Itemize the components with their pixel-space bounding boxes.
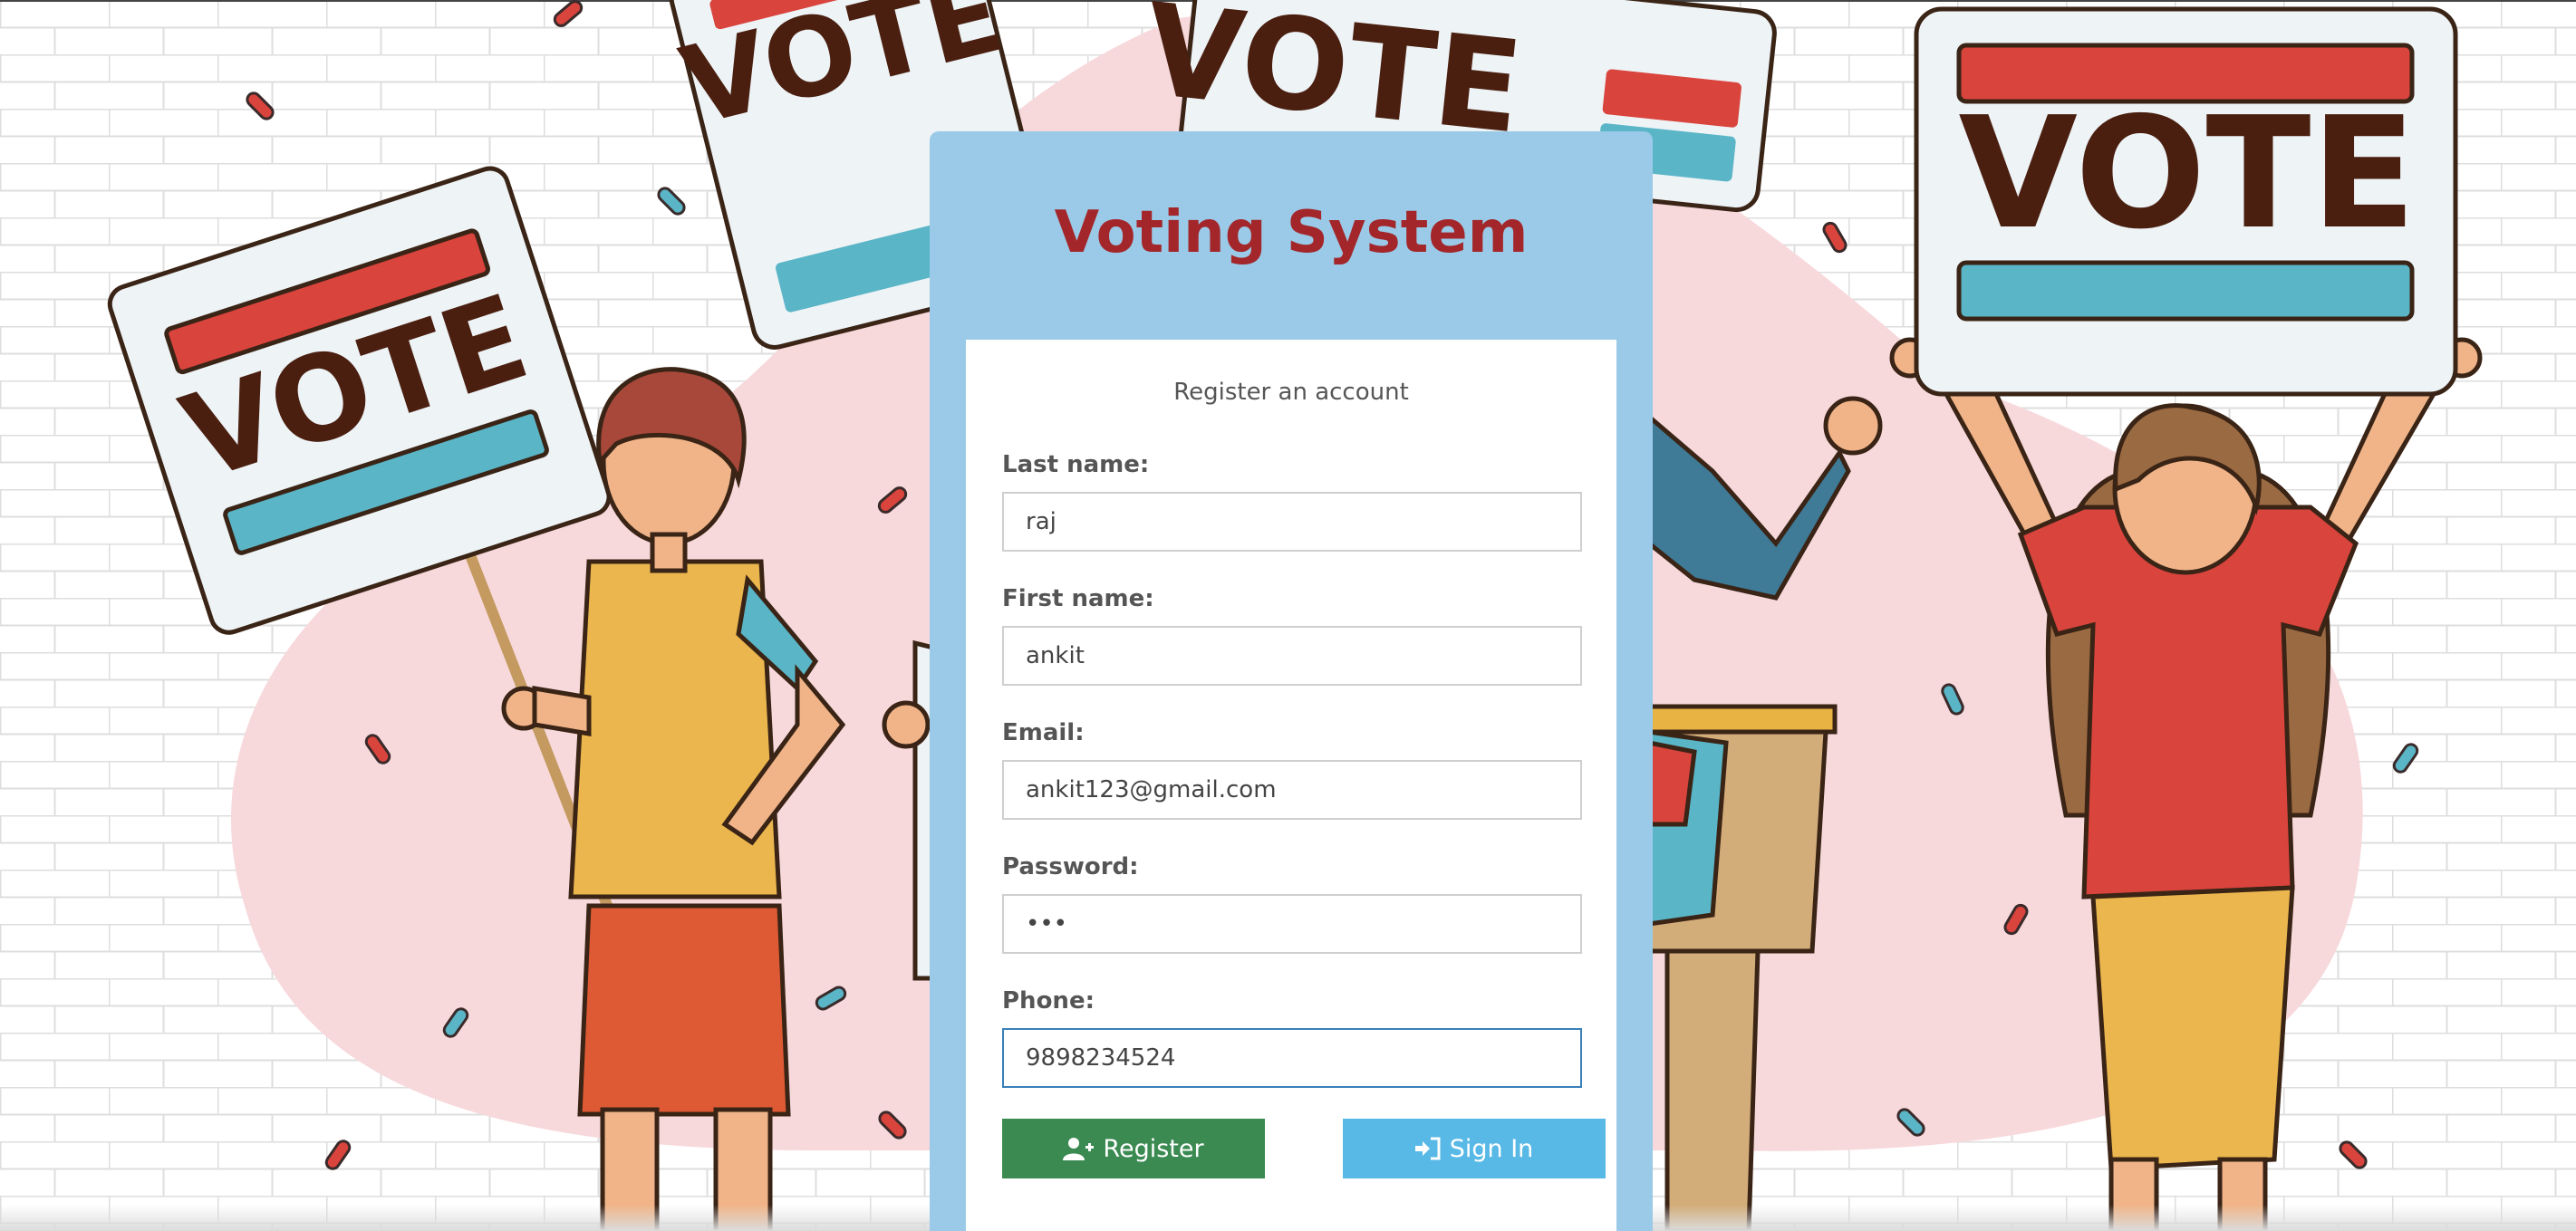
user-plus-icon (1063, 1137, 1095, 1160)
sign-in-icon (1414, 1137, 1441, 1160)
password-input[interactable] (1002, 894, 1582, 954)
email-input[interactable] (1002, 760, 1582, 820)
sign-in-button[interactable]: Sign In (1343, 1119, 1606, 1178)
last-name-label: Last name: (1002, 451, 1150, 478)
phone-input[interactable] (1002, 1028, 1582, 1088)
first-name-label: First name: (1002, 585, 1154, 612)
app-title: Voting System (1054, 199, 1529, 266)
password-label: Password: (1002, 853, 1139, 880)
last-name-input[interactable] (1002, 492, 1582, 552)
form-subtitle: Register an account (1173, 379, 1409, 406)
phone-label: Phone: (1002, 987, 1095, 1015)
email-label: Email: (1002, 719, 1085, 746)
register-label: Register (1103, 1134, 1204, 1163)
register-card: Register an account Last name: First nam… (966, 340, 1616, 1231)
register-button[interactable]: Register (1002, 1119, 1265, 1178)
first-name-input[interactable] (1002, 626, 1582, 686)
svg-text:VOTE: VOTE (1958, 84, 2416, 264)
register-panel: Voting System Register an account Last n… (930, 131, 1653, 1231)
sign-in-label: Sign In (1449, 1134, 1534, 1163)
